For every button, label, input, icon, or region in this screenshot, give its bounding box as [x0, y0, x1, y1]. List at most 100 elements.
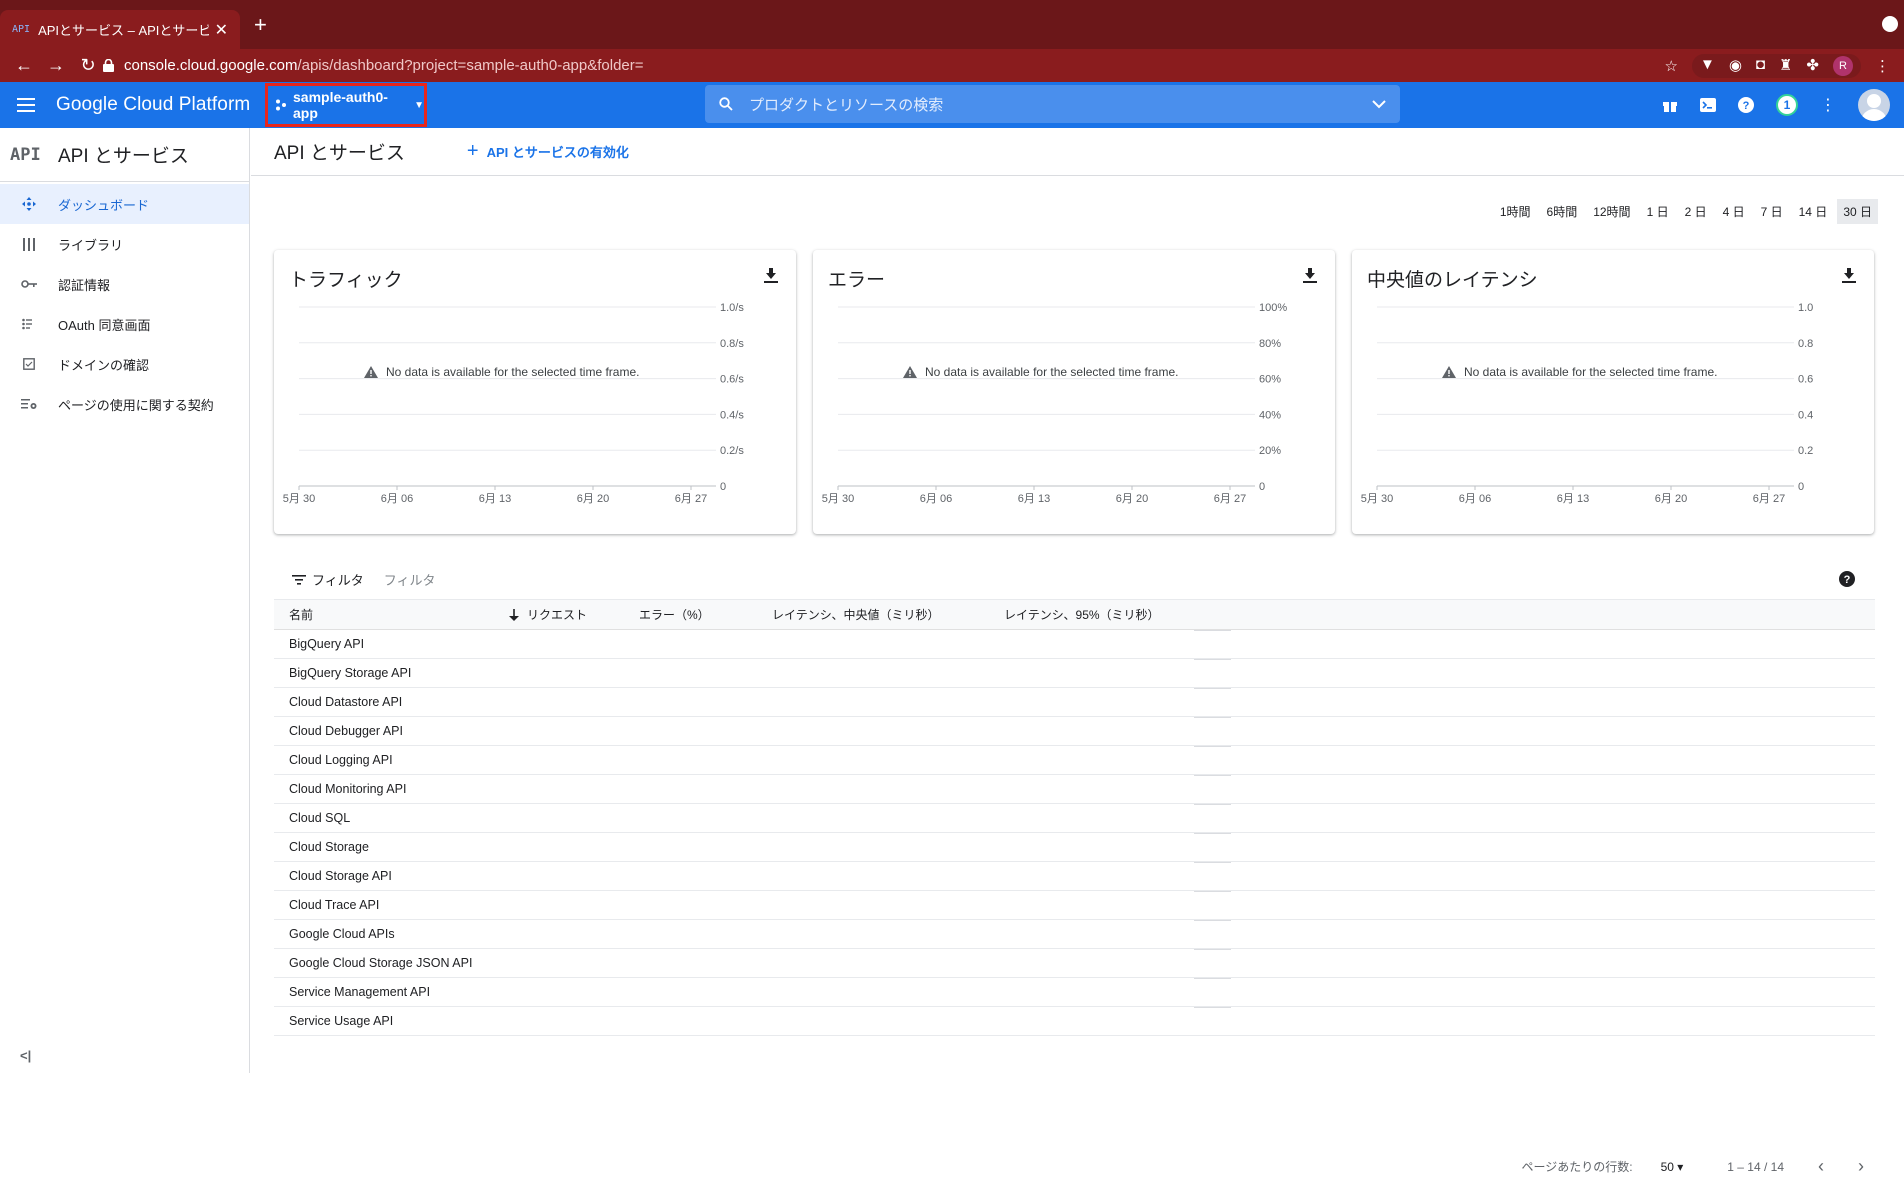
- table-row[interactable]: BigQuery Storage API: [274, 659, 1875, 688]
- range-12h[interactable]: 12時間: [1587, 199, 1636, 224]
- api-name-link[interactable]: Cloud Storage: [289, 840, 369, 854]
- brand-title[interactable]: Google Cloud Platform: [56, 94, 250, 116]
- sidebar-item-dashboard[interactable]: ダッシュボード: [0, 184, 249, 224]
- sidebar-item-label: 認証情報: [58, 277, 111, 293]
- forward-icon[interactable]: →: [40, 55, 72, 76]
- address-bar[interactable]: console.cloud.google.com /apis/dashboard…: [103, 49, 644, 82]
- browser-tab[interactable]: API APIとサービス – APIとサービス ✕: [0, 10, 240, 49]
- range-1d[interactable]: 1 日: [1641, 199, 1675, 224]
- col-requests-label: リクエスト: [527, 608, 588, 622]
- filter-input[interactable]: フィルタ: [384, 570, 436, 589]
- table-row[interactable]: Cloud Storage: [274, 833, 1875, 862]
- table-row[interactable]: Cloud Datastore API: [274, 688, 1875, 717]
- record-extension-icon[interactable]: ◉: [1729, 56, 1742, 76]
- bookmark-star-icon[interactable]: ☆: [1665, 57, 1678, 75]
- reload-icon[interactable]: ↻: [72, 55, 104, 76]
- table-row[interactable]: Google Cloud Storage JSON API: [274, 949, 1875, 978]
- search-icon: [719, 97, 733, 111]
- api-name-link[interactable]: Cloud Logging API: [289, 753, 393, 767]
- sidebar-item-credentials[interactable]: 認証情報: [0, 264, 249, 304]
- browser-menu-icon[interactable]: ⋮: [1875, 57, 1890, 75]
- range-6h[interactable]: 6時間: [1541, 199, 1584, 224]
- prev-page-icon[interactable]: ‹: [1818, 1156, 1824, 1177]
- tab-search-icon[interactable]: [1882, 16, 1898, 32]
- filter-bar[interactable]: フィルタ フィルタ ?: [274, 560, 1875, 600]
- gift-icon[interactable]: [1662, 97, 1678, 113]
- table-row[interactable]: BigQuery API: [274, 630, 1875, 659]
- sidebar-item-page-usage-agreements[interactable]: ページの使用に関する契約: [0, 384, 249, 424]
- rows-per-page-select[interactable]: 50 ▾: [1661, 1160, 1684, 1174]
- sidebar-item-domain-verification[interactable]: ドメインの確認: [0, 344, 249, 384]
- collapse-sidebar-button[interactable]: <|: [20, 1048, 31, 1063]
- cloud-shell-icon[interactable]: [1700, 98, 1716, 112]
- api-name-link[interactable]: Cloud Monitoring API: [289, 782, 406, 796]
- sidebar-item-oauth-consent[interactable]: OAuth 同意画面: [0, 304, 249, 344]
- sidebar-item-label: OAuth 同意画面: [58, 317, 151, 333]
- api-name-link[interactable]: Google Cloud Storage JSON API: [289, 956, 472, 970]
- camera-extension-icon[interactable]: ◘: [1756, 56, 1765, 76]
- range-2d[interactable]: 2 日: [1679, 199, 1713, 224]
- col-requests[interactable]: リクエスト: [494, 606, 624, 623]
- range-4d[interactable]: 4 日: [1717, 199, 1751, 224]
- api-name-link[interactable]: Cloud Datastore API: [289, 695, 402, 709]
- column-help-icon[interactable]: ?: [1839, 571, 1855, 587]
- profile-avatar[interactable]: R: [1833, 55, 1853, 76]
- range-30d[interactable]: 30 日: [1837, 199, 1878, 224]
- api-name-link[interactable]: Cloud Storage API: [289, 869, 392, 883]
- request-bar: [1194, 775, 1231, 776]
- x-tick-label: 6月 20: [1116, 493, 1148, 505]
- api-name-link[interactable]: Service Usage API: [289, 1014, 393, 1028]
- account-avatar[interactable]: [1858, 89, 1890, 121]
- vue-extension-icon[interactable]: ▼: [1700, 56, 1715, 76]
- table-row[interactable]: Service Management API: [274, 978, 1875, 1007]
- y-tick-label: 0: [1798, 481, 1804, 493]
- next-page-icon[interactable]: ›: [1858, 1156, 1864, 1177]
- table-row[interactable]: Cloud Trace API: [274, 891, 1875, 920]
- request-bar: [1194, 949, 1231, 950]
- new-tab-button[interactable]: +: [254, 12, 267, 38]
- search-bar[interactable]: プロダクトとリソースの検索: [705, 85, 1400, 123]
- sidebar-item-library[interactable]: ライブラリ: [0, 224, 249, 264]
- search-expand-icon[interactable]: [1372, 99, 1386, 109]
- table-row[interactable]: Service Usage API: [274, 1007, 1875, 1036]
- table-row[interactable]: Cloud Debugger API: [274, 717, 1875, 746]
- table-row[interactable]: Google Cloud APIs: [274, 920, 1875, 949]
- more-vert-icon[interactable]: ⋮: [1820, 95, 1836, 115]
- api-name-link[interactable]: Service Management API: [289, 985, 430, 999]
- table-row[interactable]: Cloud Monitoring API: [274, 775, 1875, 804]
- figure-extension-icon[interactable]: ♜: [1779, 56, 1792, 76]
- api-name-link[interactable]: Cloud SQL: [289, 811, 350, 825]
- hamburger-menu-icon[interactable]: [0, 98, 52, 112]
- back-icon[interactable]: ←: [8, 55, 40, 76]
- close-tab-icon[interactable]: ✕: [215, 20, 228, 40]
- range-14d[interactable]: 14 日: [1793, 199, 1834, 224]
- col-errors[interactable]: エラー（%）: [624, 606, 757, 623]
- table-row[interactable]: Cloud Storage API: [274, 862, 1875, 891]
- col-name[interactable]: 名前: [274, 606, 494, 623]
- latency-chart-card: 中央値のレイテンシ 1.0 0.8 0.6 0.4 0.2 0 5月 30 6月 06 6月 1…: [1352, 250, 1874, 534]
- api-name-link[interactable]: Cloud Trace API: [289, 898, 379, 912]
- range-7d[interactable]: 7 日: [1755, 199, 1789, 224]
- api-name-link[interactable]: BigQuery API: [289, 637, 364, 651]
- api-name-link[interactable]: Google Cloud APIs: [289, 927, 395, 941]
- url-path: /apis/dashboard?project=sample-auth0-app…: [297, 57, 644, 74]
- col-latency-95[interactable]: レイテンシ、95%（ミリ秒）: [989, 606, 1209, 623]
- request-bar: [1194, 688, 1231, 689]
- range-1h[interactable]: 1時間: [1494, 199, 1537, 224]
- x-tick-label: 6月 13: [479, 493, 511, 505]
- table-row[interactable]: Cloud Logging API: [274, 746, 1875, 775]
- table-row[interactable]: Cloud SQL: [274, 804, 1875, 833]
- api-name-link[interactable]: BigQuery Storage API: [289, 666, 411, 680]
- enable-apis-button[interactable]: + API とサービスの有効化: [467, 140, 629, 163]
- help-icon[interactable]: ?: [1738, 97, 1754, 113]
- traffic-chart-card: トラフィック 1.0/s 0.8/s 0.6/s 0.4/s 0.2/s 0 5月 30 6月…: [274, 250, 796, 534]
- col-latency-median[interactable]: レイテンシ、中央値（ミリ秒）: [757, 606, 989, 623]
- api-name-link[interactable]: Cloud Debugger API: [289, 724, 403, 738]
- y-tick-label: 0.6/s: [720, 374, 744, 386]
- dashboard-icon: [0, 197, 58, 211]
- y-tick-label: 0.8/s: [720, 338, 744, 350]
- extensions-puzzle-icon[interactable]: ✤: [1806, 56, 1819, 76]
- x-tick-label: 5月 30: [822, 493, 854, 505]
- project-selector[interactable]: sample-auth0-app ▼: [265, 83, 427, 127]
- notifications-badge[interactable]: 1: [1776, 94, 1798, 116]
